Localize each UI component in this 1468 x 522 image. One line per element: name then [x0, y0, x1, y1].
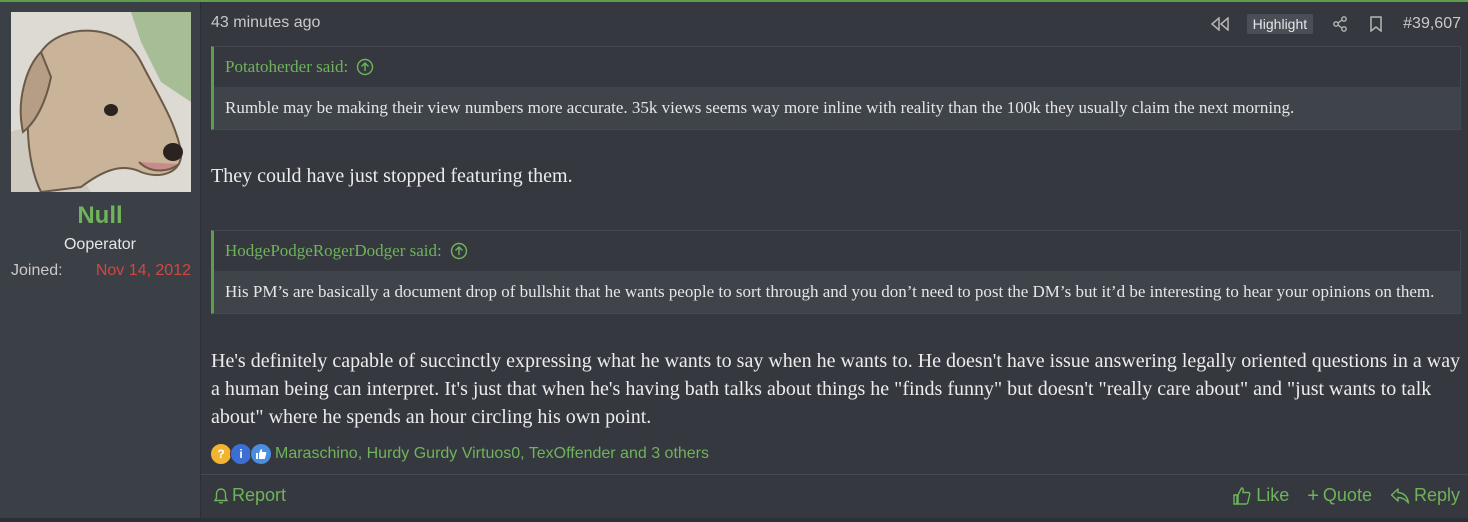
report-button[interactable]: Report: [213, 485, 286, 506]
joined-row: Joined: Nov 14, 2012: [11, 262, 191, 284]
quote-header[interactable]: HodgePodgeRogerDodger said:: [214, 231, 1460, 271]
post-number[interactable]: #39,607: [1403, 15, 1461, 33]
message-text: They could have just stopped featuring t…: [211, 165, 573, 187]
quote-button[interactable]: + Quote: [1307, 485, 1372, 506]
rewind-icon[interactable]: [1210, 15, 1229, 33]
reaction-icons[interactable]: ? i: [210, 443, 272, 465]
reply-label: Reply: [1413, 485, 1460, 505]
dog-avatar-image: [11, 12, 191, 192]
thumbs-up-icon: [1233, 486, 1251, 505]
quote-label: Quote: [1322, 485, 1372, 505]
informative-reaction-icon[interactable]: i: [230, 443, 252, 465]
post-container: Null Ooperator Joined: Nov 14, 2012 43 m…: [0, 0, 1468, 522]
quote-author[interactable]: HodgePodgeRogerDodger said:: [225, 241, 442, 261]
like-label: Like: [1256, 485, 1290, 505]
joined-date: Nov 14, 2012: [95, 262, 191, 279]
like-reaction-icon[interactable]: [250, 443, 272, 465]
user-cell: Null Ooperator Joined: Nov 14, 2012: [0, 2, 201, 518]
post-time[interactable]: 43 minutes ago: [211, 14, 320, 32]
thinking-reaction-icon[interactable]: ?: [210, 443, 232, 465]
message-text: He's definitely capable of succinctly ex…: [211, 350, 1461, 428]
joined-label: Joined:: [11, 262, 63, 279]
reply-button[interactable]: Reply: [1390, 485, 1460, 506]
post-main: 43 minutes ago Highlight #39,607 Potatoh…: [201, 2, 1468, 518]
footer-actions: Like + Quote Reply: [1232, 485, 1460, 506]
post-footer: Report Like + Quote Reply: [201, 474, 1468, 519]
reactions-list-link[interactable]: Maraschino, Hurdy Gurdy Virtuos0, TexOff…: [275, 445, 709, 463]
like-button[interactable]: Like: [1232, 485, 1289, 506]
user-title: Ooperator: [63, 236, 137, 253]
bookmark-icon[interactable]: [1367, 15, 1385, 33]
jump-up-icon[interactable]: [356, 58, 374, 76]
reply-icon: [1390, 487, 1410, 504]
bottom-divider: [0, 518, 1468, 522]
quote-block: HodgePodgeRogerDodger said: His PM’s are…: [211, 230, 1461, 314]
plus-icon: +: [1307, 484, 1319, 507]
quote-text: His PM’s are basically a document drop o…: [214, 271, 1460, 313]
quote-author[interactable]: Potatoherder said:: [225, 57, 348, 77]
report-label: Report: [232, 485, 287, 505]
quote-header[interactable]: Potatoherder said:: [214, 47, 1460, 87]
post-header-actions: Highlight #39,607: [1210, 12, 1461, 36]
quote-text: Rumble may be making their view numbers …: [214, 87, 1460, 129]
share-icon[interactable]: [1331, 15, 1349, 33]
username[interactable]: Null: [0, 202, 200, 230]
post-header: 43 minutes ago Highlight #39,607: [211, 12, 1461, 36]
bell-icon: [213, 487, 229, 504]
reactions-bar: ? i Maraschino, Hurdy Gurdy Virtuos0, Te…: [210, 442, 709, 466]
avatar[interactable]: [11, 12, 191, 192]
highlight-button[interactable]: Highlight: [1246, 14, 1314, 34]
jump-up-icon[interactable]: [450, 242, 468, 260]
quote-block: Potatoherder said: Rumble may be making …: [211, 46, 1461, 130]
